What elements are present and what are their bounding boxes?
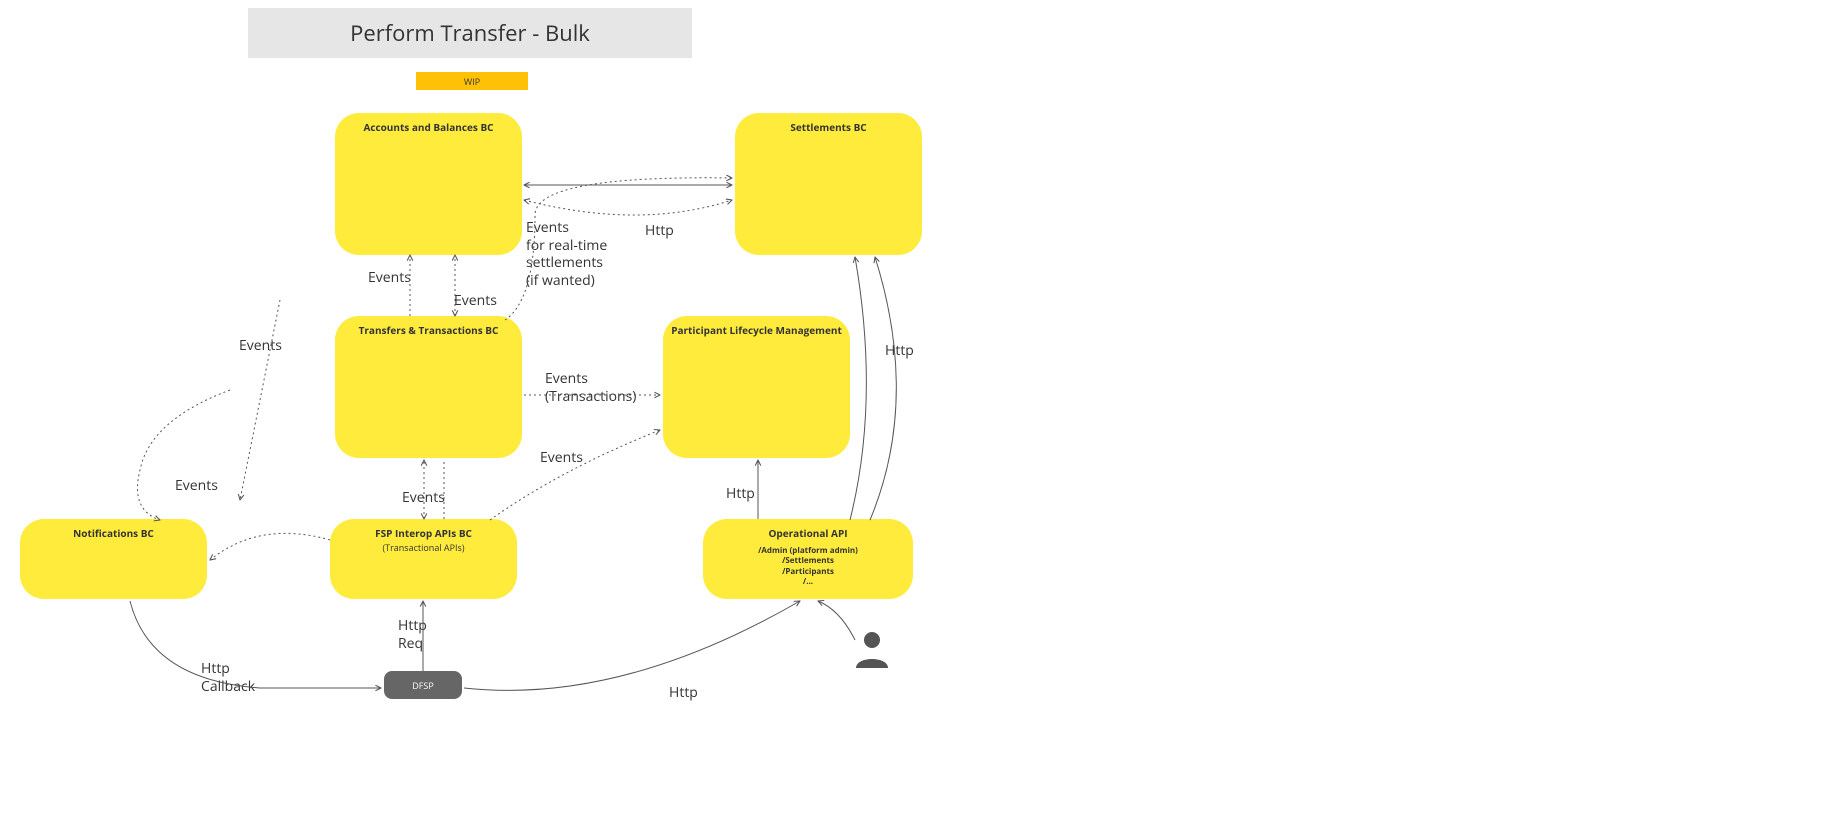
node-notifications: Notifications BC [20, 519, 207, 599]
edge-label-http-callback: Http Callback [201, 660, 255, 695]
edge-label-http: Http [885, 342, 914, 360]
node-title: Participant Lifecycle Management [671, 324, 842, 337]
node-title: Operational API [768, 527, 847, 540]
node-operational-api: Operational API /Admin (platform admin) … [703, 519, 913, 599]
node-transfers-transactions: Transfers & Transactions BC [335, 316, 522, 458]
node-participant-lifecycle: Participant Lifecycle Management [663, 316, 850, 458]
edge-label-events: Events [239, 337, 282, 355]
edge-label-http: Http [669, 684, 698, 702]
edge-label-events: Events [540, 449, 583, 467]
page-title: Perform Transfer - Bulk [248, 8, 692, 58]
connector-layer [0, 0, 1837, 820]
edge-label-events: Events [402, 489, 445, 507]
api-path: /... [803, 577, 813, 587]
user-icon [848, 624, 896, 677]
node-title: FSP Interop APIs BC [375, 527, 472, 540]
edge-label-http: Http [726, 485, 755, 503]
edge-label-http: Http [645, 222, 674, 240]
edge-label-events-tx: Events (Transactions) [545, 370, 636, 405]
node-dfsp: DFSP [384, 671, 462, 699]
edge-label-events: Events [454, 292, 497, 310]
node-fsp-interop: FSP Interop APIs BC (Transactional APIs) [330, 519, 517, 599]
edge-label-events: Events [175, 477, 218, 495]
edge-label-events-realtime: Events for real-time settlements (if wan… [526, 219, 607, 289]
node-accounts-balances: Accounts and Balances BC [335, 113, 522, 255]
wip-badge: WIP [416, 72, 528, 90]
node-subtitle: (Transactional APIs) [383, 542, 465, 554]
node-settlements: Settlements BC [735, 113, 922, 255]
edge-label-http-req: Http Req [398, 617, 427, 652]
node-title: Notifications BC [73, 527, 154, 540]
node-title: Accounts and Balances BC [363, 121, 493, 134]
node-title: Settlements BC [790, 121, 866, 134]
edge-label-events: Events [368, 269, 411, 287]
node-title: Transfers & Transactions BC [359, 324, 499, 337]
